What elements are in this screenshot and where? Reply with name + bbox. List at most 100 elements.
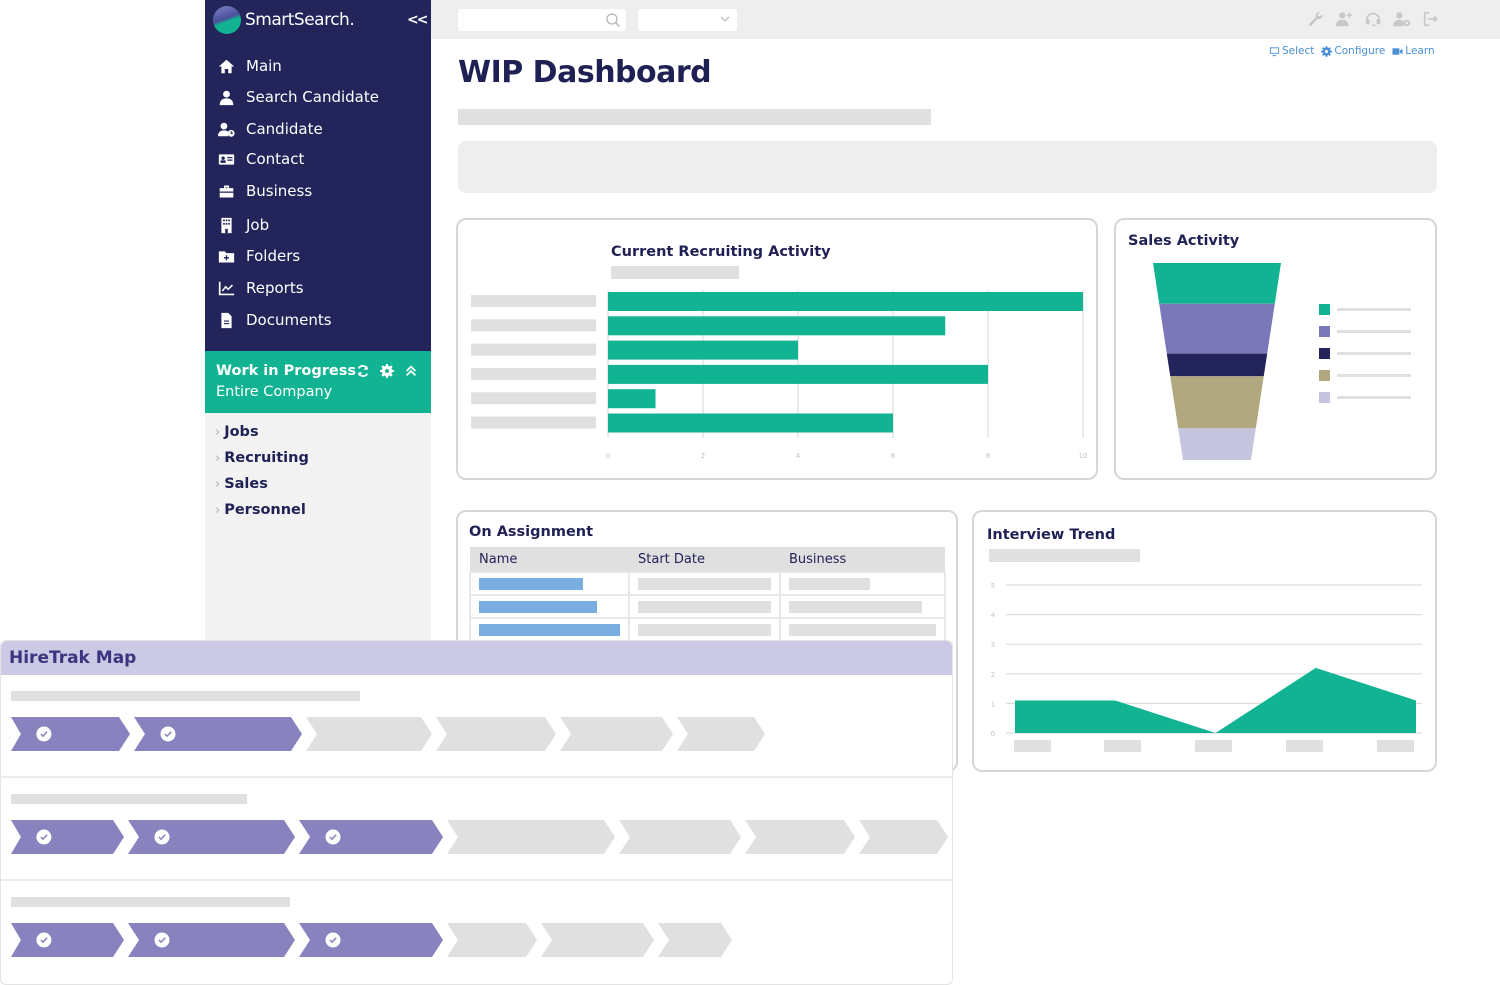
- step-completed[interactable]: [128, 923, 295, 957]
- table-row[interactable]: [469, 571, 946, 596]
- configure-link[interactable]: Configure: [1321, 45, 1385, 57]
- wip-item-personnel[interactable]: › Personnel: [215, 502, 306, 518]
- sidebar-item-documents[interactable]: Documents: [217, 311, 332, 329]
- step-pending[interactable]: [447, 820, 615, 854]
- step-pending[interactable]: [560, 717, 673, 751]
- step-completed[interactable]: [11, 717, 130, 751]
- legend-label-placeholder: [1337, 330, 1411, 333]
- step-pending[interactable]: [436, 717, 556, 751]
- wip-item-label: Personnel: [224, 502, 306, 518]
- gear-icon[interactable]: [379, 363, 394, 378]
- headset-icon[interactable]: [1364, 10, 1382, 28]
- sidebar-item-folders[interactable]: Folders: [217, 247, 300, 265]
- cell-name[interactable]: [469, 617, 630, 642]
- legend-swatch: [1319, 392, 1330, 403]
- step-pending[interactable]: [677, 717, 765, 751]
- x-tick-label: 10: [1079, 452, 1088, 460]
- wrench-icon[interactable]: [1306, 10, 1324, 28]
- step-completed[interactable]: [11, 923, 124, 957]
- step-completed[interactable]: [299, 923, 443, 957]
- column-header-start-date[interactable]: Start Date: [629, 547, 780, 572]
- table-row[interactable]: [469, 617, 946, 642]
- wip-item-sales[interactable]: › Sales: [215, 476, 268, 492]
- wip-item-jobs[interactable]: › Jobs: [215, 424, 259, 440]
- hiretrak-row: [1, 881, 952, 984]
- sidebar-item-label: Search Candidate: [246, 88, 379, 106]
- logo[interactable]: SmartSearch.: [213, 6, 355, 34]
- step-pending[interactable]: [541, 923, 654, 957]
- sidebar-item-business[interactable]: Business: [217, 182, 312, 200]
- chevrons-up-icon[interactable]: [403, 363, 418, 378]
- table-row[interactable]: [469, 594, 946, 619]
- step-pending[interactable]: [745, 820, 855, 854]
- bar[interactable]: [608, 292, 1083, 311]
- select-link[interactable]: Select: [1269, 45, 1314, 57]
- id-card-icon: [217, 150, 235, 168]
- funnel-segment[interactable]: [1170, 376, 1264, 429]
- recruiting-bar-chart: 0 2 4 6 8 10: [471, 290, 1088, 460]
- step-pending[interactable]: [306, 717, 432, 751]
- add-user-icon[interactable]: [1335, 10, 1353, 28]
- collapse-sidebar-button[interactable]: <<: [407, 12, 429, 28]
- step-pending[interactable]: [658, 923, 732, 957]
- y-tick-label: 5: [991, 582, 995, 590]
- x-tick-label: 0: [606, 452, 610, 460]
- step-completed[interactable]: [11, 820, 124, 854]
- text-placeholder: [638, 577, 771, 590]
- search-field[interactable]: [458, 9, 626, 31]
- scope-select[interactable]: [638, 9, 737, 31]
- step-pending[interactable]: [447, 923, 537, 957]
- refresh-icon[interactable]: [355, 363, 370, 378]
- sidebar-item-candidate[interactable]: Candidate: [217, 120, 323, 138]
- cell-name[interactable]: [469, 571, 630, 596]
- bar[interactable]: [608, 389, 656, 409]
- sidebar-item-search-candidate[interactable]: Search Candidate: [217, 88, 379, 106]
- bar[interactable]: [608, 316, 946, 336]
- search-icon[interactable]: [605, 12, 621, 28]
- search-input[interactable]: [458, 9, 626, 31]
- x-tick-label-placeholder: [1195, 740, 1232, 752]
- area-series[interactable]: [1015, 667, 1416, 733]
- name-link-placeholder[interactable]: [479, 623, 620, 636]
- wip-item-label: Sales: [224, 476, 268, 492]
- cell-business: [779, 571, 946, 596]
- learn-link-label: Learn: [1405, 45, 1435, 57]
- funnel-segment[interactable]: [1153, 263, 1281, 304]
- quick-links: Select Configure Learn: [1269, 45, 1435, 57]
- funnel-segment[interactable]: [1178, 428, 1256, 460]
- step-pending[interactable]: [859, 820, 948, 854]
- wip-title: Work in Progress: [216, 363, 356, 379]
- funnel-segment[interactable]: [1159, 303, 1275, 354]
- step-completed[interactable]: [134, 717, 302, 751]
- step-completed[interactable]: [128, 820, 295, 854]
- name-link-placeholder[interactable]: [479, 577, 583, 590]
- sign-out-icon[interactable]: [1422, 10, 1440, 28]
- step-pending[interactable]: [619, 820, 741, 854]
- learn-link[interactable]: Learn: [1392, 45, 1435, 57]
- bar[interactable]: [608, 364, 988, 384]
- wip-item-recruiting[interactable]: › Recruiting: [215, 450, 309, 466]
- user-gear-icon[interactable]: [1393, 10, 1411, 28]
- cell-name[interactable]: [469, 594, 630, 619]
- on-assignment-title: On Assignment: [469, 524, 594, 540]
- funnel-segment[interactable]: [1166, 353, 1268, 377]
- column-header-name[interactable]: Name: [470, 547, 629, 572]
- step-completed[interactable]: [299, 820, 443, 854]
- name-link-placeholder[interactable]: [479, 600, 597, 613]
- sidebar: SmartSearch. << Main Search Candidate Ca…: [205, 0, 431, 640]
- bar[interactable]: [608, 340, 798, 360]
- column-header-business[interactable]: Business: [780, 547, 945, 572]
- bar[interactable]: [608, 413, 893, 433]
- cell-start-date: [628, 617, 781, 642]
- sidebar-item-job[interactable]: Job: [217, 216, 269, 234]
- sidebar-item-main[interactable]: Main: [217, 57, 282, 75]
- x-tick-label: 2: [701, 452, 705, 460]
- check-circle-icon: [325, 932, 341, 948]
- chevron-down-icon: [720, 16, 730, 22]
- wip-item-label: Jobs: [224, 424, 259, 440]
- sidebar-item-reports[interactable]: Reports: [217, 279, 304, 297]
- sidebar-item-contact[interactable]: Contact: [217, 150, 304, 168]
- gear-icon: [1321, 45, 1333, 57]
- check-circle-icon: [325, 829, 341, 845]
- user-icon: [217, 88, 235, 106]
